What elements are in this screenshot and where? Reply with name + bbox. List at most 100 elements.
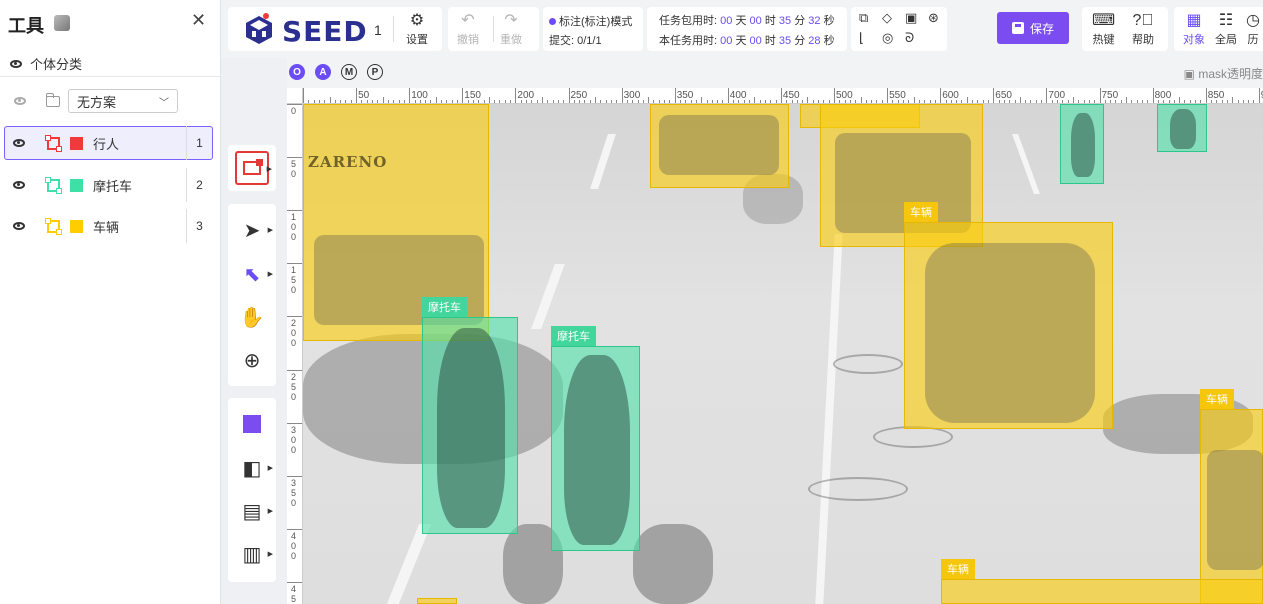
annotation-box-vehicle[interactable] [1200, 409, 1263, 604]
help-button[interactable]: ?⃝ 帮助 [1132, 11, 1154, 47]
lane-marking [531, 264, 565, 329]
ruler-label: 45 [291, 583, 297, 604]
pan-tool[interactable]: ✋ [236, 301, 268, 333]
redo-button[interactable]: ↷ 重做 [500, 11, 522, 47]
ruler-minor-tick [329, 97, 331, 103]
eye-icon[interactable] [13, 139, 25, 147]
scheme-select[interactable]: 无方案 ﹀ [68, 89, 178, 113]
ruler-tick [887, 88, 889, 103]
class-item-pedestrian[interactable]: 行人 1 [4, 126, 213, 160]
multi-select-tool[interactable]: ⬉ ▶ [236, 258, 273, 290]
columns-icon: ◧ [242, 457, 262, 480]
history-box: ↶ 撤销 ↷ 重做 [448, 7, 539, 51]
mask-icon: ▣ [1183, 67, 1195, 81]
save-button[interactable]: 保存 [997, 12, 1069, 44]
ruler-tick [287, 422, 302, 424]
eye-icon[interactable] [10, 59, 22, 68]
mode-p-button[interactable]: P [367, 64, 383, 80]
annotation-box-vehicle[interactable] [417, 598, 457, 604]
annotation-canvas[interactable]: ZARENO 车辆 车辆 车辆 摩托车 摩托车 [303, 104, 1263, 604]
annotation-box-motorcycle[interactable] [422, 317, 518, 534]
annotation-box-motorcycle[interactable] [1060, 104, 1104, 184]
object-label: 对象 [1183, 34, 1205, 46]
eye-icon[interactable] [13, 181, 25, 189]
mask-opacity-toggle[interactable]: ▣ mask透明度 [1184, 65, 1263, 82]
mode-indicator[interactable]: 标注(标注)模式 [549, 13, 632, 29]
shape-tool-card: ▶ [228, 145, 276, 191]
global-view-button[interactable]: ☷ 全局 [1215, 11, 1237, 47]
group-header[interactable]: 个体分类 [10, 54, 82, 73]
zoom-tool[interactable]: ⊕ [236, 344, 268, 376]
table-tool[interactable]: ▥ ▶ [236, 538, 273, 570]
color-tool[interactable] [236, 408, 268, 440]
annotation-box-motorcycle[interactable] [551, 346, 640, 551]
save-icon [1011, 22, 1024, 34]
table-icon: ▥ [242, 543, 262, 566]
ruler-minor-tick [488, 97, 490, 103]
ruler-minor-tick [382, 97, 384, 103]
history-view-button[interactable]: ◷ 历 [1246, 11, 1260, 47]
ruler-tick [287, 475, 302, 477]
undo-button[interactable]: ↶ 撤销 [457, 11, 479, 47]
select-tool[interactable]: ➤ ▶ [236, 214, 273, 246]
panel-pin-icon[interactable] [54, 15, 70, 31]
ruler-minor-tick [1019, 97, 1021, 103]
logo-text: SEED [282, 15, 368, 48]
annotation-box-motorcycle[interactable] [1157, 104, 1207, 152]
ruler-tick [287, 157, 302, 159]
zoom-in-icon: ⊕ [243, 349, 261, 372]
help-box: ⌨ 热键 ?⃝ 帮助 [1082, 7, 1168, 51]
unit-hour: 时 [764, 35, 776, 47]
ruler-tick [993, 88, 995, 103]
ruler-tick [1046, 88, 1048, 103]
mode-m-button[interactable]: M [341, 64, 357, 80]
mode-o-button[interactable]: O [289, 64, 305, 80]
class-item-motorcycle[interactable]: 摩托车 2 [4, 168, 213, 202]
ruler-tick [462, 88, 464, 103]
annotation-label: 车辆 [941, 559, 975, 579]
brush-icon[interactable]: ᘐ [905, 30, 921, 46]
copy-icon[interactable]: ⧉ [859, 10, 875, 26]
undo-icon: ↶ [461, 12, 475, 29]
object-view-button[interactable]: ▦ 对象 [1183, 11, 1205, 47]
ruler-minor-tick [1232, 97, 1234, 103]
coin-icon[interactable]: ⊛ [928, 10, 944, 26]
annotation-box-vehicle[interactable] [941, 579, 1263, 604]
timer-seconds: 28 [808, 35, 821, 47]
task-timer: 本任务用时: 00 天 00 时 35 分 28 秒 [659, 32, 835, 48]
eye-icon[interactable] [14, 97, 26, 105]
ruler-label: 700 [1048, 90, 1066, 101]
ruler-tick [940, 88, 942, 103]
hotkeys-button[interactable]: ⌨ 热键 [1092, 11, 1115, 47]
rider-shape [564, 355, 630, 545]
split-view-tool[interactable]: ◧ ▶ [236, 452, 273, 484]
ruler-label: 50 [358, 90, 370, 101]
rider-shape [1071, 113, 1095, 177]
eye-icon[interactable] [13, 222, 25, 230]
settings-button[interactable]: ⚙ 设置 [406, 11, 428, 47]
ruler-tick [287, 581, 302, 583]
class-item-vehicle[interactable]: 车辆 3 [4, 209, 213, 243]
annotation-box-vehicle[interactable] [650, 104, 789, 188]
rectangle-tool[interactable]: ▶ [235, 151, 272, 185]
settings-label: 设置 [406, 34, 428, 46]
crop-icon[interactable]: ⌊ [859, 30, 875, 46]
ruler-minor-tick [1072, 97, 1074, 103]
ruler-label: 100 [411, 90, 428, 101]
tag-icon[interactable]: ◇ [882, 10, 898, 26]
target-icon[interactable]: ◎ [882, 30, 898, 46]
pointer-select-icon: ⬉ [243, 263, 261, 286]
save-small-icon[interactable]: ▣ [905, 10, 921, 26]
mode-a-button[interactable]: A [315, 64, 331, 80]
unit-second: 秒 [823, 35, 835, 47]
shadow [633, 524, 713, 604]
mode-dot [549, 18, 556, 25]
annotation-label: 车辆 [904, 202, 938, 222]
layout-tool[interactable]: ▤ ▶ [236, 495, 273, 527]
annotation-box-vehicle[interactable] [904, 222, 1113, 429]
save-label: 保存 [1029, 21, 1054, 36]
layout-icon: ▤ [242, 500, 262, 523]
ruler-label: 450 [782, 90, 800, 101]
close-icon[interactable]: ✕ [191, 10, 206, 31]
ruler-label: 200 [517, 90, 535, 101]
